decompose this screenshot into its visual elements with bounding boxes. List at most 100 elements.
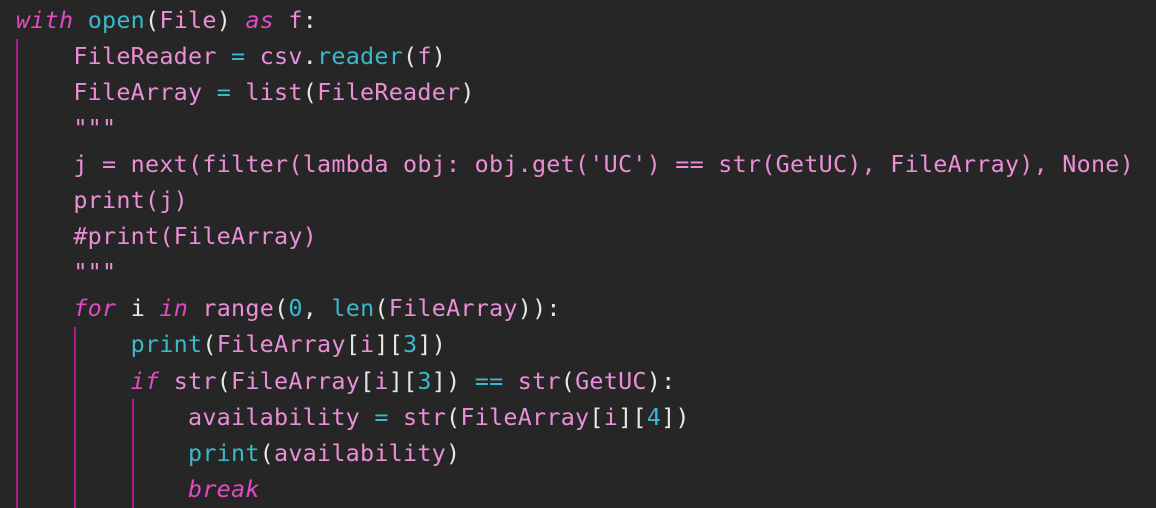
code-token: = (216, 78, 232, 107)
code-token: . (302, 42, 318, 71)
code-token: if (130, 366, 160, 395)
code-token: list (245, 78, 303, 107)
code-line[interactable]: for i in range(0, len(FileArray)): (16, 290, 561, 326)
code-token: availability (274, 438, 447, 467)
code-token: FileReader (73, 42, 217, 71)
code-token: FileArray (216, 330, 346, 359)
code-token: f (288, 6, 303, 34)
code-token: )): (517, 294, 561, 323)
code-line[interactable]: availability = str(FileArray[i][4]) (16, 399, 690, 435)
code-line[interactable]: j = next(filter(lambda obj: obj.get('UC'… (16, 146, 1134, 182)
code-line[interactable]: FileReader = csv.reader(f) (16, 38, 446, 74)
code-token: ( (274, 294, 289, 323)
code-token: ) (216, 6, 246, 34)
code-token: == (474, 366, 504, 395)
code-token: FileArray (73, 78, 203, 107)
code-token: ( (560, 366, 576, 395)
code-token: ) (431, 42, 447, 71)
code-token: #print(FileArray) (73, 222, 317, 251)
code-line[interactable]: if str(FileArray[i][3]) == str(GetUC): (16, 363, 676, 399)
code-token: FileArray (231, 366, 361, 395)
code-token: ]) (431, 366, 475, 395)
code-token: [ (589, 402, 604, 431)
code-token: [ (345, 330, 361, 359)
code-token: ][ (388, 366, 418, 395)
code-token: GetUC (575, 366, 647, 395)
code-token: ( (302, 78, 318, 107)
code-token: ]) (417, 330, 447, 359)
code-token: str (517, 366, 561, 395)
code-token: File (159, 6, 217, 34)
code-token: ( (374, 294, 389, 323)
code-token: ( (259, 438, 275, 467)
code-editor[interactable]: with open(File) as f: FileReader = csv.r… (0, 0, 1156, 508)
code-token: i (360, 330, 375, 359)
code-token: csv (259, 42, 303, 71)
code-token: len (331, 294, 375, 323)
code-line[interactable]: FileArray = list(FileReader) (16, 74, 475, 110)
code-token: ( (403, 42, 418, 71)
code-token: availability (188, 402, 360, 431)
code-token: , (302, 294, 332, 323)
code-token: ]) (661, 402, 690, 431)
code-token: 3 (403, 330, 418, 359)
code-token: j = next(filter(lambda obj: obj.get('UC'… (73, 150, 1134, 179)
code-token: """ (73, 258, 117, 287)
code-token: for (73, 294, 117, 323)
code-token: = (374, 402, 389, 431)
code-token: in (159, 294, 189, 323)
code-token: ( (446, 402, 461, 431)
code-token: str (173, 366, 217, 395)
code-token: 4 (646, 402, 662, 431)
code-token: with (16, 6, 74, 34)
code-token: : (302, 6, 318, 34)
code-line[interactable]: print(j) (16, 182, 188, 218)
code-token: ( (202, 330, 217, 359)
code-token: i (374, 366, 389, 395)
code-line[interactable]: #print(FileArray) (16, 218, 317, 254)
code-line[interactable]: print(FileArray[i][3]) (16, 326, 446, 362)
code-line[interactable]: with open(File) as f: (16, 2, 317, 38)
code-token: [ (360, 366, 375, 395)
code-line[interactable]: """ (16, 254, 116, 290)
code-token: FileArray (460, 402, 590, 431)
code-token: print (188, 438, 260, 467)
code-token: ][ (374, 330, 404, 359)
code-token: = (231, 42, 246, 71)
code-line[interactable]: break (16, 471, 260, 507)
code-token: ][ (618, 402, 647, 431)
code-token: 0 (288, 294, 303, 323)
code-token: ): (646, 366, 676, 395)
code-token: print(j) (73, 186, 189, 215)
code-line[interactable]: """ (16, 110, 116, 146)
code-token: FileReader (317, 78, 461, 107)
code-token: reader (317, 42, 404, 71)
code-token: ) (460, 78, 475, 107)
code-token: ( (216, 366, 232, 395)
code-token: ( (145, 6, 160, 34)
code-line[interactable]: print(availability) (16, 435, 460, 471)
code-token: ) (446, 438, 461, 467)
